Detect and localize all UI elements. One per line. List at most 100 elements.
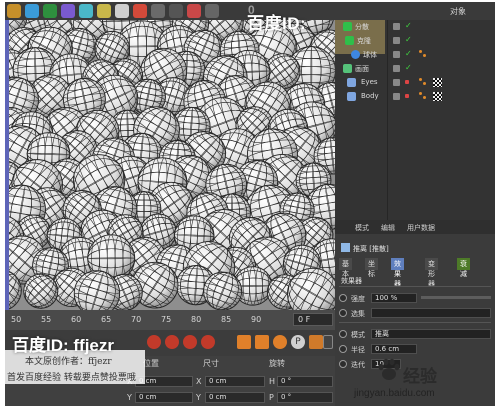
current-frame-field[interactable]: 0 F — [293, 313, 333, 326]
param-selection: 选集 — [339, 307, 491, 319]
light-icon[interactable] — [133, 4, 147, 18]
record-icon[interactable] — [147, 335, 161, 349]
param-label: 强度 — [351, 295, 365, 303]
grid-icon[interactable] — [309, 335, 323, 349]
layer-icon[interactable] — [393, 23, 400, 30]
sphere-icon[interactable] — [25, 4, 39, 18]
tab-falloff[interactable]: 衰减 — [457, 258, 470, 278]
selection-field[interactable] — [371, 308, 491, 318]
tab-basic[interactable]: 基本 — [339, 258, 352, 278]
keyframe-radio[interactable] — [339, 345, 347, 353]
object-row-scene[interactable]: 画面 ✓ — [335, 62, 495, 76]
attribute-menubar: 模式 编辑 用户数据 — [335, 220, 495, 234]
layer-icon[interactable] — [393, 37, 400, 44]
array-icon[interactable] — [61, 4, 75, 18]
timeline-menu-icon[interactable] — [323, 335, 333, 349]
layer-icon[interactable] — [393, 79, 400, 86]
credit-notice: 首发百度经验 转载要点赞投票哦 — [7, 373, 136, 383]
tool-icon-2[interactable] — [169, 4, 183, 18]
strength-field[interactable]: 100 % — [371, 293, 417, 303]
scene-icon[interactable] — [97, 4, 111, 18]
scale-icon[interactable] — [255, 335, 269, 349]
deformer-icon[interactable] — [79, 4, 93, 18]
timeline-tick-label: 50 — [11, 315, 22, 324]
tab-effector[interactable]: 效果器 — [391, 258, 404, 288]
object-label: 画面 — [355, 65, 369, 73]
timeline-tick-label: 70 — [131, 315, 142, 324]
strength-slider[interactable] — [421, 296, 491, 299]
layer-icon[interactable] — [393, 51, 400, 58]
menu-mode[interactable]: 模式 — [355, 223, 369, 233]
keyframe-icon[interactable] — [183, 335, 197, 349]
param-label: 半径 — [351, 346, 365, 354]
tab-deformer[interactable]: 变形器 — [425, 258, 438, 288]
section-divider — [339, 322, 491, 323]
pos-y-field[interactable]: 0 cm — [135, 392, 193, 403]
timeline-tick-label: 75 — [161, 315, 172, 324]
axis-label: H — [269, 377, 276, 386]
object-label: 球体 — [363, 51, 377, 59]
tab-coord[interactable]: 坐标 — [365, 258, 378, 278]
parameter-icon[interactable]: P — [291, 335, 305, 349]
tool-icon[interactable] — [151, 4, 165, 18]
enabled-check-icon[interactable]: ✓ — [405, 21, 412, 30]
baidu-logo-text: 经验 — [403, 367, 437, 386]
keyframe-radio[interactable] — [339, 330, 347, 338]
tool-icon-3[interactable] — [205, 4, 219, 18]
camera-icon[interactable] — [115, 4, 129, 18]
enabled-check-icon[interactable]: ✓ — [405, 63, 412, 72]
enabled-check-icon[interactable]: ✓ — [405, 49, 412, 58]
tag-icon[interactable] — [419, 50, 428, 59]
keyframe-selection-icon[interactable] — [201, 335, 215, 349]
visibility-dot-icon[interactable] — [405, 94, 409, 98]
layer-icon[interactable] — [393, 93, 400, 100]
material-tag-icon[interactable] — [433, 92, 442, 101]
size-y-field[interactable]: 0 cm — [205, 392, 265, 403]
paw-icon — [378, 358, 400, 380]
object-label: Body — [361, 92, 379, 100]
menu-user-data[interactable]: 用户数据 — [407, 223, 435, 233]
visibility-dot-icon[interactable] — [405, 80, 409, 84]
cloner-icon — [343, 22, 352, 31]
timeline-tick-label: 60 — [71, 315, 82, 324]
timeline-ruler[interactable]: 50 55 60 65 70 75 80 85 90 0 F — [5, 310, 335, 330]
baidu-url[interactable]: jingyan.baidu.com — [354, 388, 435, 399]
timeline-tick-label: 65 — [101, 315, 112, 324]
header-position: 位置 — [143, 359, 159, 368]
object-row-scatter[interactable]: 分散 ✓ — [335, 20, 495, 34]
menu-edit[interactable]: 编辑 — [381, 223, 395, 233]
move-icon[interactable] — [237, 335, 251, 349]
rotate-icon[interactable] — [273, 335, 287, 349]
radius-field[interactable]: 0.6 cm — [371, 344, 417, 354]
autokey-icon[interactable] — [165, 335, 179, 349]
menu-objects[interactable]: 对象 — [450, 6, 466, 17]
size-x-field[interactable]: 0 cm — [205, 376, 265, 387]
watermark-bottom: 百度ID: ffjezr — [12, 336, 114, 355]
viewport-left-bar — [5, 20, 9, 310]
section-divider — [339, 286, 491, 287]
enabled-check-icon[interactable]: ✓ — [405, 35, 412, 44]
object-manager: 分散 ✓ 克隆 ✓ 球体 ✓ 画面 ✓ Eyes Body — [335, 20, 495, 220]
axis-label: Y — [127, 393, 132, 402]
keyframe-radio[interactable] — [339, 309, 347, 317]
tag-icon[interactable] — [419, 92, 428, 101]
object-row-eyes[interactable]: Eyes — [335, 76, 495, 90]
material-tag-icon[interactable] — [433, 78, 442, 87]
nurbs-icon[interactable] — [43, 4, 57, 18]
render-icon[interactable] — [187, 4, 201, 18]
layer-icon[interactable] — [393, 65, 400, 72]
object-row-sphere[interactable]: 球体 ✓ — [335, 48, 495, 62]
keyframe-radio[interactable] — [339, 360, 347, 368]
param-label: 迭代 — [351, 361, 365, 369]
rot-p-field[interactable]: 0 ° — [277, 392, 333, 403]
rot-h-field[interactable]: 0 ° — [277, 376, 333, 387]
keyframe-radio[interactable] — [339, 294, 347, 302]
object-row-cloner[interactable]: 克隆 ✓ — [335, 34, 495, 48]
cube-icon[interactable] — [7, 4, 21, 18]
param-label: 模式 — [351, 331, 365, 339]
3d-viewport[interactable] — [5, 20, 335, 310]
object-row-body[interactable]: Body — [335, 90, 495, 104]
tag-icon[interactable] — [419, 78, 428, 87]
mode-dropdown[interactable]: 推离 — [371, 329, 491, 339]
param-mode: 模式 推离 — [339, 328, 491, 340]
